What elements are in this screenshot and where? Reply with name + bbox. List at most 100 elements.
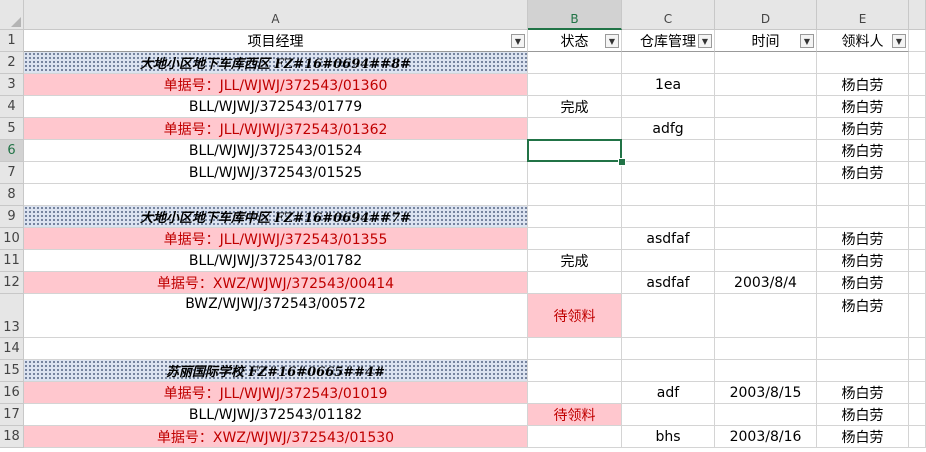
cell-d9[interactable] bbox=[715, 206, 817, 228]
column-header-d[interactable]: D bbox=[715, 0, 817, 30]
cell-e16[interactable]: 杨白劳 bbox=[817, 382, 909, 404]
cell-d1[interactable]: 时间 ▼ bbox=[715, 30, 817, 52]
cell-f6[interactable] bbox=[909, 140, 926, 162]
cell-a17[interactable]: BLL/WJWJ/372543/01182 bbox=[24, 404, 528, 426]
cell-c16[interactable]: adf bbox=[622, 382, 715, 404]
row-header-4[interactable]: 4 bbox=[0, 96, 24, 118]
cell-c14[interactable] bbox=[622, 338, 715, 360]
cell-f5[interactable] bbox=[909, 118, 926, 140]
cell-e17[interactable]: 杨白劳 bbox=[817, 404, 909, 426]
cell-c12[interactable]: asdfaf bbox=[622, 272, 715, 294]
cell-a7[interactable]: BLL/WJWJ/372543/01525 bbox=[24, 162, 528, 184]
cell-f18[interactable] bbox=[909, 426, 926, 448]
group-header-cell[interactable]: 大地小区地下车库西区 FZ#16#0694##8# bbox=[24, 52, 528, 74]
cell-a14[interactable] bbox=[24, 338, 528, 360]
cell-c17[interactable] bbox=[622, 404, 715, 426]
row-header-12[interactable]: 12 bbox=[0, 272, 24, 294]
column-header-b[interactable]: B bbox=[528, 0, 622, 30]
cell-c2[interactable] bbox=[622, 52, 715, 74]
row-header-11[interactable]: 11 bbox=[0, 250, 24, 272]
cell-c7[interactable] bbox=[622, 162, 715, 184]
row-header-18[interactable]: 18 bbox=[0, 426, 24, 448]
cell-a1[interactable]: 项目经理 ▼ bbox=[24, 30, 528, 52]
cell-e13[interactable]: 杨白劳 bbox=[817, 294, 909, 338]
row-header-16[interactable]: 16 bbox=[0, 382, 24, 404]
cell-d15[interactable] bbox=[715, 360, 817, 382]
cell-c8[interactable] bbox=[622, 184, 715, 206]
cell-e15[interactable] bbox=[817, 360, 909, 382]
cell-a6[interactable]: BLL/WJWJ/372543/01524 bbox=[24, 140, 528, 162]
cell-f3[interactable] bbox=[909, 74, 926, 96]
cell-d5[interactable] bbox=[715, 118, 817, 140]
cell-d17[interactable] bbox=[715, 404, 817, 426]
cell-b5[interactable] bbox=[528, 118, 622, 140]
cell-e14[interactable] bbox=[817, 338, 909, 360]
cell-f17[interactable] bbox=[909, 404, 926, 426]
cell-e11[interactable]: 杨白劳 bbox=[817, 250, 909, 272]
column-header-a[interactable]: A bbox=[24, 0, 528, 30]
cell-d3[interactable] bbox=[715, 74, 817, 96]
cell-a4[interactable]: BLL/WJWJ/372543/01779 bbox=[24, 96, 528, 118]
group-header-cell[interactable]: 苏丽国际学校 FZ#16#0665##4# bbox=[24, 360, 528, 382]
cell-f2[interactable] bbox=[909, 52, 926, 74]
cell-f15[interactable] bbox=[909, 360, 926, 382]
cell-d6[interactable] bbox=[715, 140, 817, 162]
cell-f11[interactable] bbox=[909, 250, 926, 272]
filter-dropdown-icon[interactable]: ▼ bbox=[605, 34, 619, 48]
cell-b14[interactable] bbox=[528, 338, 622, 360]
row-header-8[interactable]: 8 bbox=[0, 184, 24, 206]
cell-e6[interactable]: 杨白劳 bbox=[817, 140, 909, 162]
cell-b15[interactable] bbox=[528, 360, 622, 382]
column-header-f[interactable] bbox=[909, 0, 926, 30]
row-header-7[interactable]: 7 bbox=[0, 162, 24, 184]
cell-f4[interactable] bbox=[909, 96, 926, 118]
cell-b11[interactable]: 完成 bbox=[528, 250, 622, 272]
cell-f1[interactable] bbox=[909, 30, 926, 52]
cell-a18[interactable]: 单据号：XWZ/WJWJ/372543/01530 bbox=[24, 426, 528, 448]
column-header-e[interactable]: E bbox=[817, 0, 909, 30]
row-header-3[interactable]: 3 bbox=[0, 74, 24, 96]
row-header-6[interactable]: 6 bbox=[0, 140, 24, 162]
group-header-cell[interactable]: 大地小区地下车库中区 FZ#16#0694##7# bbox=[24, 206, 528, 228]
row-header-2[interactable]: 2 bbox=[0, 52, 24, 74]
cell-b18[interactable] bbox=[528, 426, 622, 448]
cell-c15[interactable] bbox=[622, 360, 715, 382]
filter-dropdown-icon[interactable]: ▼ bbox=[511, 34, 525, 48]
cell-a13[interactable]: BWZ/WJWJ/372543/00572 bbox=[24, 294, 528, 338]
cell-f7[interactable] bbox=[909, 162, 926, 184]
cell-b10[interactable] bbox=[528, 228, 622, 250]
cell-b12[interactable] bbox=[528, 272, 622, 294]
cell-c13[interactable] bbox=[622, 294, 715, 338]
cell-c3[interactable]: 1ea bbox=[622, 74, 715, 96]
cell-d11[interactable] bbox=[715, 250, 817, 272]
cell-f8[interactable] bbox=[909, 184, 926, 206]
cell-a12[interactable]: 单据号：XWZ/WJWJ/372543/00414 bbox=[24, 272, 528, 294]
filter-dropdown-icon[interactable]: ▼ bbox=[892, 34, 906, 48]
cell-b4[interactable]: 完成 bbox=[528, 96, 622, 118]
cell-b3[interactable] bbox=[528, 74, 622, 96]
cell-a5[interactable]: 单据号：JLL/WJWJ/372543/01362 bbox=[24, 118, 528, 140]
select-all-corner[interactable] bbox=[0, 0, 24, 30]
cell-a8[interactable] bbox=[24, 184, 528, 206]
cell-e1[interactable]: 领料人 ▼ bbox=[817, 30, 909, 52]
cell-f14[interactable] bbox=[909, 338, 926, 360]
row-header-10[interactable]: 10 bbox=[0, 228, 24, 250]
cell-f16[interactable] bbox=[909, 382, 926, 404]
cell-a3[interactable]: 单据号：JLL/WJWJ/372543/01360 bbox=[24, 74, 528, 96]
spreadsheet-grid[interactable]: A B C D E 1 项目经理 ▼ 状态 ▼ 仓库管理 ▼ 时间 ▼ 领料人 ▼ 2 大地小区地下车库西区 FZ… bbox=[0, 0, 926, 452]
cell-c6[interactable] bbox=[622, 140, 715, 162]
cell-d16[interactable]: 2003/8/15 bbox=[715, 382, 817, 404]
cell-f9[interactable] bbox=[909, 206, 926, 228]
filter-dropdown-icon[interactable]: ▼ bbox=[698, 34, 712, 48]
cell-b2[interactable] bbox=[528, 52, 622, 74]
row-header-14[interactable]: 14 bbox=[0, 338, 24, 360]
cell-c10[interactable]: asdfaf bbox=[622, 228, 715, 250]
cell-c9[interactable] bbox=[622, 206, 715, 228]
cell-d10[interactable] bbox=[715, 228, 817, 250]
row-header-13[interactable]: 13 bbox=[0, 294, 24, 338]
cell-d7[interactable] bbox=[715, 162, 817, 184]
cell-b16[interactable] bbox=[528, 382, 622, 404]
cell-e12[interactable]: 杨白劳 bbox=[817, 272, 909, 294]
cell-a16[interactable]: 单据号：JLL/WJWJ/372543/01019 bbox=[24, 382, 528, 404]
cell-c4[interactable] bbox=[622, 96, 715, 118]
